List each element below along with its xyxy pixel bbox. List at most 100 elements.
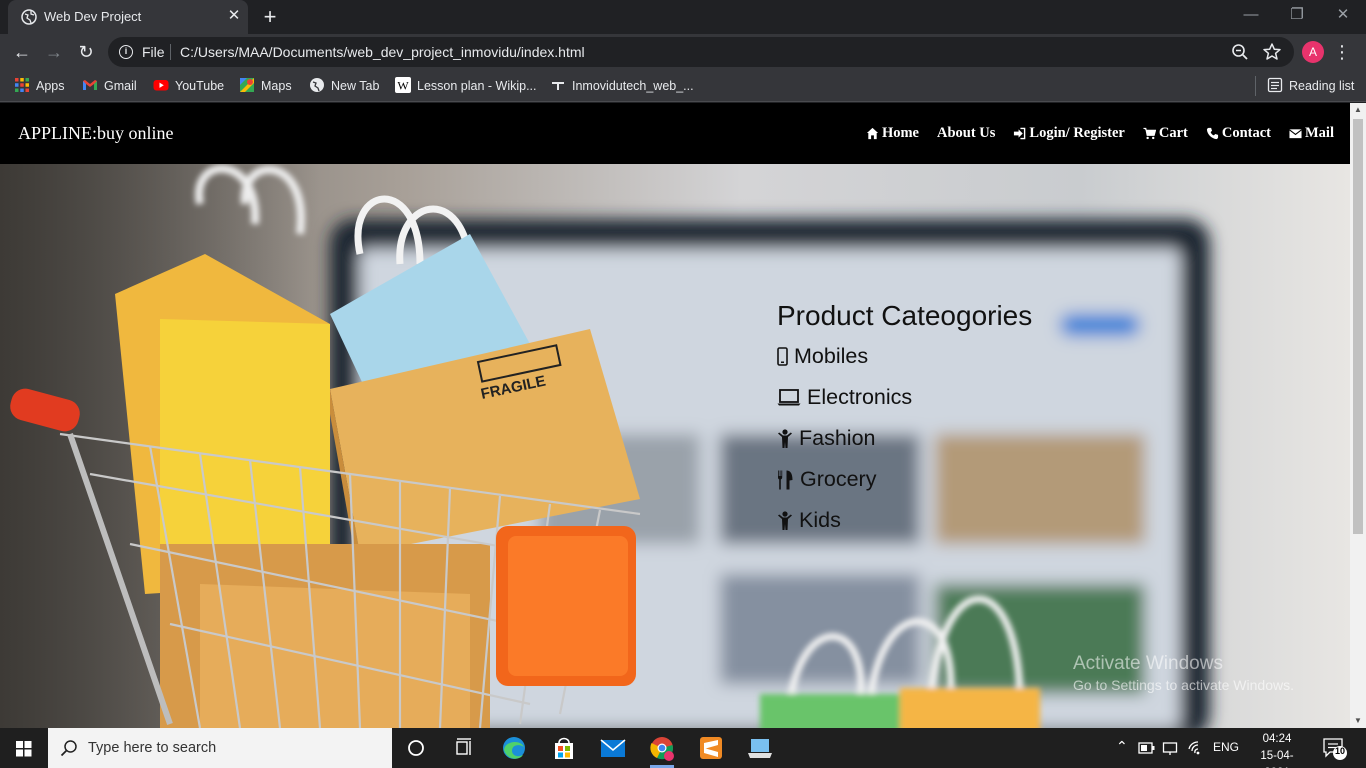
scroll-down-arrow[interactable]: ▼: [1350, 714, 1366, 728]
bookmark-label: Inmovidutech_web_...: [572, 79, 694, 93]
windows-start-icon[interactable]: [0, 728, 48, 768]
nav-home-link[interactable]: Home: [866, 122, 919, 144]
browser-toolbar: ← → ↻ i File C:/Users/MAA/Documents/web_…: [0, 34, 1366, 70]
globe-icon: [21, 9, 37, 25]
network-icon[interactable]: [1162, 740, 1178, 756]
bookmark-label: YouTube: [175, 79, 225, 93]
battery-icon[interactable]: [1138, 741, 1156, 755]
nav-login-link[interactable]: Login/ Register: [1013, 122, 1125, 144]
url-text[interactable]: C:/Users/MAA/Documents/web_dev_project_i…: [180, 44, 585, 60]
search-placeholder: Type here to search: [88, 740, 217, 756]
cortana-icon[interactable]: [392, 728, 440, 768]
scroll-thumb[interactable]: [1353, 119, 1363, 534]
restore-button[interactable]: ❐: [1274, 0, 1320, 30]
system-clock[interactable]: 04:24 15-04-2021: [1250, 731, 1304, 768]
wikipedia-icon: W: [395, 77, 411, 93]
site-navbar: APPLINE:buy online Home About Us Login/ …: [0, 103, 1350, 164]
sublime-text-icon[interactable]: [687, 728, 735, 768]
categories-title: Product Cateogories: [777, 300, 1033, 331]
browser-tab[interactable]: Web Dev Project ✕: [8, 0, 248, 34]
nav-contact-link[interactable]: Contact: [1206, 122, 1271, 144]
category-label: Mobiles: [794, 344, 869, 368]
gmail-icon: [83, 80, 97, 90]
sign-in-icon: [1014, 127, 1026, 139]
language-indicator[interactable]: ENG: [1213, 740, 1239, 754]
category-label: Kids: [799, 508, 841, 532]
activate-windows-title: Activate Windows: [1073, 653, 1223, 674]
clock-time: 04:24: [1262, 733, 1292, 745]
edge-icon[interactable]: [490, 728, 538, 768]
category-grocery[interactable]: Grocery: [777, 467, 1032, 508]
scroll-up-arrow[interactable]: ▲: [1350, 103, 1366, 117]
show-hidden-icons-button[interactable]: ⌃: [1116, 738, 1128, 755]
nav-label: Login/ Register: [1029, 124, 1125, 141]
star-bookmark-icon[interactable]: [1262, 42, 1282, 62]
bookmark-icon: [552, 82, 564, 90]
site-brand[interactable]: APPLINE:buy online: [18, 123, 174, 144]
notification-center-button[interactable]: 10: [1320, 736, 1350, 760]
close-window-button[interactable]: ✕: [1320, 0, 1366, 30]
category-kids[interactable]: Kids: [777, 508, 1032, 549]
bookmark-inmovidutech[interactable]: Inmovidutech_web_...: [550, 76, 694, 96]
nav-about-link[interactable]: About Us: [937, 122, 995, 144]
info-icon[interactable]: i: [119, 45, 133, 59]
nav-cart-link[interactable]: Cart: [1143, 122, 1188, 144]
nav-label: Mail: [1305, 124, 1334, 141]
bookmark-new-tab[interactable]: New Tab: [309, 76, 379, 96]
hero-banner: FRAGILE Product Cateogories Mobiles Elec…: [0, 164, 1350, 728]
bookmark-maps[interactable]: Maps: [239, 76, 292, 96]
nav-mail-link[interactable]: Mail: [1289, 122, 1334, 144]
tab-title: Web Dev Project: [44, 9, 142, 24]
menu-icon[interactable]: ⋮: [1332, 38, 1352, 66]
home-icon: [866, 127, 879, 139]
divider: [1255, 76, 1256, 96]
category-electronics[interactable]: Electronics: [777, 385, 1032, 426]
back-button[interactable]: ←: [8, 38, 36, 66]
category-label: Fashion: [799, 426, 876, 450]
laptop-app-icon[interactable]: [736, 728, 784, 768]
category-fashion[interactable]: Fashion: [777, 426, 1032, 467]
forward-button[interactable]: →: [40, 38, 68, 66]
svg-text:W: W: [397, 79, 409, 93]
page-scrollbar[interactable]: ▲ ▼: [1350, 103, 1366, 728]
category-mobiles[interactable]: Mobiles: [777, 344, 1032, 385]
profile-avatar[interactable]: A: [1302, 41, 1324, 63]
product-categories: Product Cateogories Mobiles Electronics …: [777, 300, 1032, 549]
category-label: Electronics: [807, 385, 913, 409]
bookmark-gmail[interactable]: Gmail: [82, 76, 137, 96]
bookmark-youtube[interactable]: YouTube: [153, 76, 224, 96]
bookmarks-bar: Apps Gmail YouTube Maps New Tab W Lesson…: [0, 70, 1366, 102]
reading-list-button[interactable]: Reading list: [1267, 76, 1354, 96]
url-scheme: File: [142, 44, 165, 60]
close-tab-icon[interactable]: ✕: [224, 6, 244, 26]
nav-label: Cart: [1158, 124, 1188, 141]
mail-icon[interactable]: [589, 728, 637, 768]
address-bar[interactable]: i File C:/Users/MAA/Documents/web_dev_pr…: [108, 37, 1294, 67]
envelope-icon: [1289, 128, 1302, 138]
bookmark-label: Maps: [261, 79, 292, 93]
wifi-icon[interactable]: [1187, 740, 1205, 756]
mobile-icon: [777, 347, 788, 366]
taskbar-search[interactable]: Type here to search: [48, 728, 392, 768]
bookmark-apps[interactable]: Apps: [14, 76, 65, 96]
nav-label: Contact: [1221, 124, 1271, 141]
bookmark-wikipedia[interactable]: W Lesson plan - Wikip...: [395, 76, 537, 96]
cart-icon: [1143, 127, 1156, 139]
nav-label: Home: [881, 124, 919, 141]
store-icon[interactable]: [540, 728, 588, 768]
chrome-icon[interactable]: [638, 728, 686, 768]
zoom-icon[interactable]: [1230, 42, 1250, 62]
minimize-button[interactable]: —: [1228, 0, 1274, 30]
laptop-icon: [777, 389, 801, 406]
nav-label: About Us: [936, 124, 996, 141]
bookmark-label: Apps: [36, 79, 65, 93]
new-tab-button[interactable]: +: [258, 5, 282, 29]
phone-icon: [1206, 127, 1218, 139]
shopping-cart-image: FRAGILE: [0, 164, 1210, 728]
bookmark-label: Lesson plan - Wikip...: [417, 79, 537, 93]
globe-icon: [310, 78, 324, 92]
bookmark-label: Gmail: [104, 79, 137, 93]
page-viewport: APPLINE:buy online Home About Us Login/ …: [0, 103, 1350, 728]
reload-button[interactable]: ↻: [72, 38, 100, 66]
task-view-icon[interactable]: [440, 728, 488, 768]
